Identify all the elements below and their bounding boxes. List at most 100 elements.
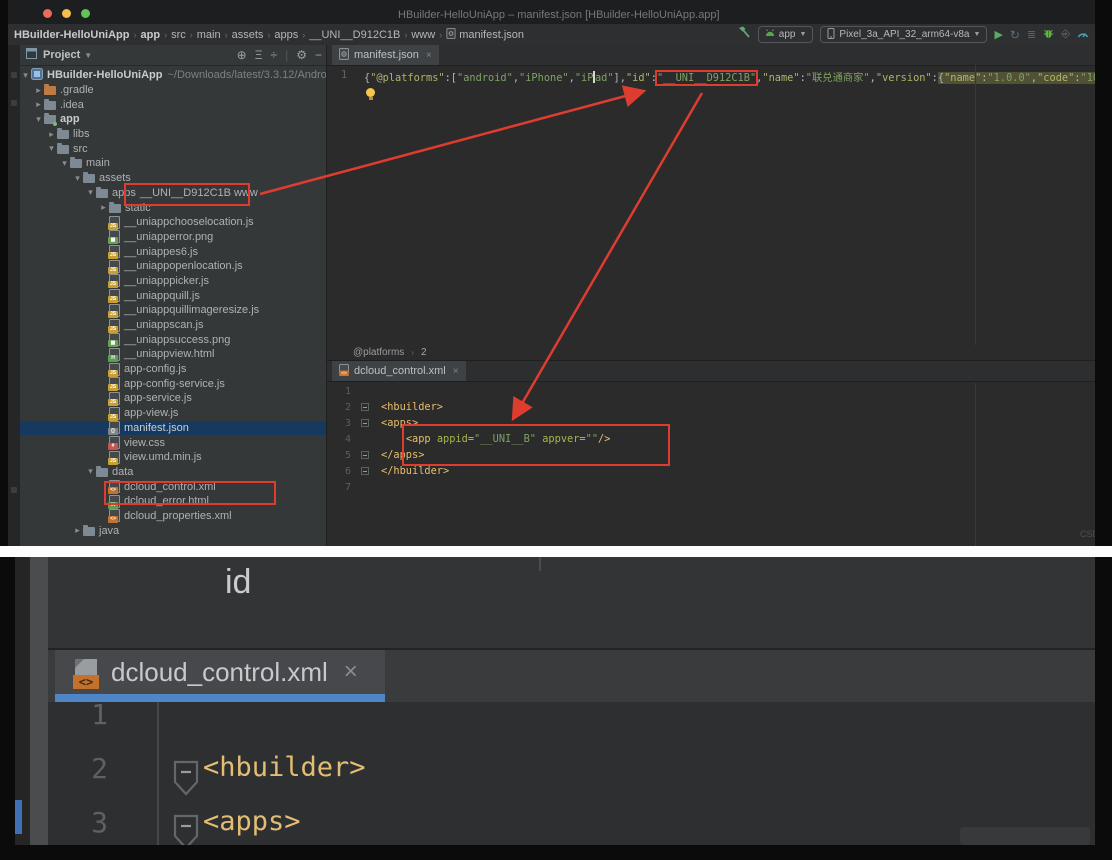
xml-code-line[interactable]: 7 xyxy=(327,479,1095,495)
build-hammer-icon[interactable] xyxy=(737,25,751,44)
tree-row[interactable]: JS app-config.js xyxy=(20,362,326,377)
run-configuration-dropdown[interactable]: app ▼ xyxy=(757,26,814,43)
breadcrumb-item[interactable]: __UNI__D912C1B xyxy=(309,29,400,41)
restart-icon[interactable]: ↻ xyxy=(1010,28,1020,42)
stripe-icon[interactable] xyxy=(11,487,17,493)
tree-row[interactable]: ▾ apps __UNI__D912C1B www xyxy=(20,186,326,201)
xml-code-line[interactable]: 6 </hbuilder> xyxy=(327,463,1095,479)
tree-row[interactable]: JS __uniappquill.js xyxy=(20,288,326,304)
tree-row[interactable]: Hdcloud_error.html xyxy=(20,494,326,509)
hide-panel-icon[interactable]: − xyxy=(315,48,322,62)
close-window-button[interactable] xyxy=(43,9,52,18)
project-panel-title[interactable]: Project xyxy=(43,49,80,61)
chevron-open-icon[interactable]: ▾ xyxy=(72,173,83,184)
tree-row[interactable]: # view.css xyxy=(20,435,326,451)
chevron-closed-icon[interactable]: ▸ xyxy=(98,202,109,213)
chevron-open-icon[interactable]: ▾ xyxy=(33,114,44,125)
tree-row[interactable]: ▾ src xyxy=(20,141,326,156)
breadcrumb-item[interactable]: manifest.json xyxy=(446,27,524,42)
fold-marker-icon[interactable] xyxy=(357,451,373,459)
debug-bug-icon[interactable] xyxy=(1043,26,1054,44)
tab-label: dcloud_control.xml xyxy=(354,365,446,377)
tree-row[interactable]: ▦ __uniapperror.png xyxy=(20,230,326,245)
tree-row[interactable]: JS view.umd.min.js xyxy=(20,450,326,465)
profiler-gauge-icon[interactable] xyxy=(1077,26,1089,44)
tree-row[interactable]: ▸ .gradle xyxy=(20,83,326,98)
maximize-window-button[interactable] xyxy=(81,9,90,18)
editor1-code-area[interactable]: 1 {"@platforms":["android","iPhone","iP a… xyxy=(327,65,1095,340)
chevron-open-icon[interactable]: ▾ xyxy=(85,466,96,477)
breadcrumb-item[interactable]: app xyxy=(141,29,161,41)
tree-row[interactable]: JS app-view.js xyxy=(20,406,326,421)
tree-row[interactable]: JS __uniappes6.js xyxy=(20,244,326,260)
locate-target-icon[interactable]: ⊕ xyxy=(237,48,247,62)
tree-row[interactable]: ▾ app xyxy=(20,112,326,127)
tree-row[interactable]: <> dcloud_control.xml xyxy=(20,479,326,495)
attach-debugger-icon[interactable]: ⎆ xyxy=(1061,28,1070,41)
minimize-window-button[interactable] xyxy=(62,9,71,18)
breadcrumb-item[interactable]: HBuilder-HelloUniApp xyxy=(14,29,130,41)
xml-code-line[interactable]: 2 <hbuilder> xyxy=(327,399,1095,415)
columns-icon[interactable]: ≣ xyxy=(1027,28,1036,41)
stripe-icon[interactable] xyxy=(11,72,17,78)
tree-row[interactable]: ▾ HBuilder-HelloUniApp ~/Downloads/latest/… xyxy=(20,68,326,83)
tab-dcloud-control-xml[interactable]: <> dcloud_control.xml × xyxy=(332,361,466,381)
tree-row[interactable]: <> dcloud_properties.xml xyxy=(20,509,326,524)
tree-row[interactable]: ▸ java xyxy=(20,523,326,538)
tree-row[interactable]: ▾ data xyxy=(20,465,326,480)
device-dropdown[interactable]: Pixel_3a_API_32_arm64-v8a ▼ xyxy=(820,26,988,43)
tree-row[interactable]: JS __uniappscan.js xyxy=(20,318,326,333)
chevron-open-icon[interactable]: ▾ xyxy=(46,143,57,154)
chevron-closed-icon[interactable]: ▸ xyxy=(46,129,57,140)
fold-marker-icon[interactable] xyxy=(357,403,373,411)
close-icon[interactable]: × xyxy=(426,50,432,61)
breadcrumb-item[interactable]: assets xyxy=(232,29,264,41)
tree-row[interactable]: JS __uniappopenlocation.js xyxy=(20,259,326,274)
settings-gear-icon[interactable]: ⚙ xyxy=(296,48,307,62)
breadcrumb-item[interactable]: @platforms xyxy=(353,347,404,358)
stripe-icon[interactable] xyxy=(11,100,17,106)
editor2-code-area[interactable]: 1 2 <hbuilder> 3 <apps> 4 <app appid="__UNI__… xyxy=(327,383,1095,546)
xml-code-line[interactable]: 5 </apps> xyxy=(327,447,1095,463)
breadcrumb-item[interactable]: www xyxy=(411,29,435,41)
breadcrumb-item[interactable]: apps xyxy=(274,29,298,41)
tree-row[interactable]: ▾ main xyxy=(20,156,326,171)
breadcrumb-item[interactable]: main xyxy=(197,29,221,41)
tree-row[interactable]: {} manifest.json xyxy=(20,420,326,436)
fold-marker-icon[interactable] xyxy=(357,467,373,475)
tree-row[interactable]: H __uniappview.html xyxy=(20,347,326,362)
tree-row[interactable]: JS app-config-service.js xyxy=(20,376,326,392)
tree-row[interactable]: JS __uniappchooselocation.js xyxy=(20,215,326,230)
chevron-closed-icon[interactable]: ▸ xyxy=(33,85,44,96)
breadcrumb-separator: › xyxy=(133,29,137,40)
fold-marker-icon[interactable] xyxy=(357,419,373,427)
collapse-all-icon[interactable]: Ξ xyxy=(255,48,263,62)
chevron-open-icon[interactable]: ▾ xyxy=(59,158,70,169)
xml-code-line[interactable]: 4 <app appid="__UNI__B" appver=""/> xyxy=(327,431,1095,447)
tree-row[interactable]: JS app-service.js xyxy=(20,391,326,406)
chevron-closed-icon[interactable]: ▸ xyxy=(33,99,44,110)
tree-row[interactable]: ▦ __uniappsuccess.png xyxy=(20,332,326,348)
tree-row[interactable]: ▾ assets xyxy=(20,171,326,186)
tree-row[interactable]: ▸ .idea xyxy=(20,97,326,112)
chevron-down-icon[interactable]: ▼ xyxy=(84,51,92,60)
tab-label: manifest.json xyxy=(354,49,419,61)
close-icon[interactable]: × xyxy=(453,366,459,377)
tree-row[interactable]: JS __uniappquillimageresize.js xyxy=(20,303,326,318)
tab-manifest-json[interactable]: manifest.json × xyxy=(332,45,439,65)
chevron-open-icon[interactable]: ▾ xyxy=(85,187,96,198)
breadcrumb-item[interactable]: src xyxy=(171,29,186,41)
xml-code-line[interactable]: 3 <apps> xyxy=(327,415,1095,431)
tree-item-label: app-service.js xyxy=(124,392,192,405)
file-badge: <> xyxy=(108,516,118,524)
run-play-icon[interactable]: ▶ xyxy=(994,28,1002,41)
expand-collapse-icon[interactable]: ÷ xyxy=(271,48,278,62)
xml-code-line[interactable]: 1 xyxy=(327,383,1095,399)
tree-row[interactable]: ▸ static xyxy=(20,200,326,215)
tree-row[interactable]: ▸ libs xyxy=(20,127,326,142)
lightbulb-icon[interactable] xyxy=(366,88,375,100)
file-badge: JS xyxy=(108,457,118,465)
tree-row[interactable]: JS __uniapppicker.js xyxy=(20,274,326,289)
chevron-open-icon[interactable]: ▾ xyxy=(20,70,31,81)
chevron-closed-icon[interactable]: ▸ xyxy=(72,525,83,536)
